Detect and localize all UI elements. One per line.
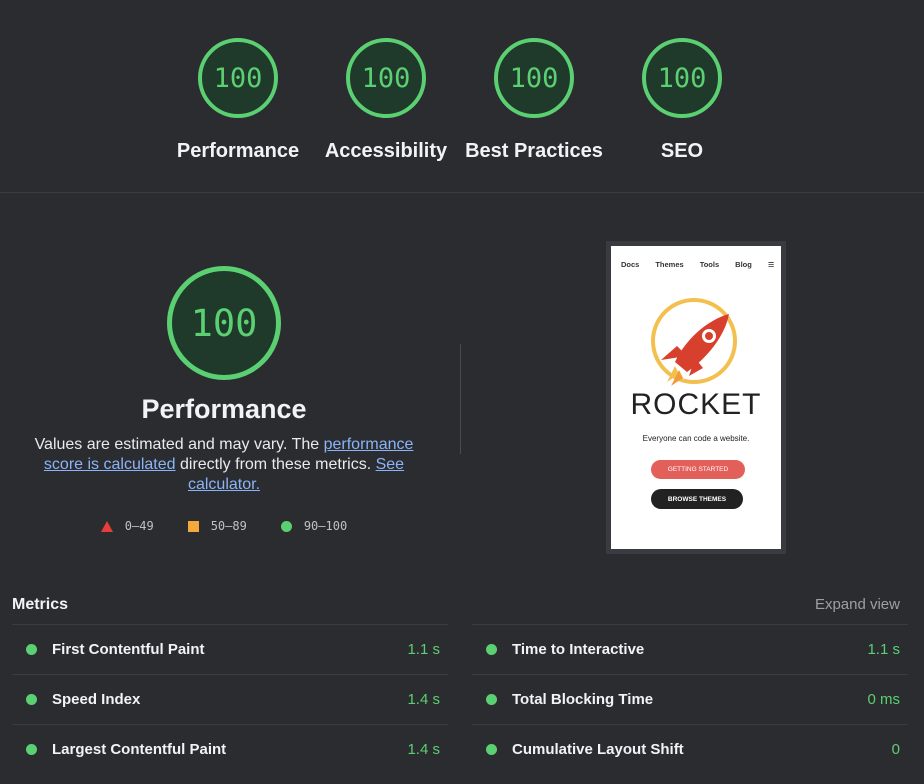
screenshot-tagline: Everyone can code a website. [642, 434, 750, 443]
legend-pass: 90–100 [280, 519, 348, 533]
metric-value: 1.1 s [407, 641, 440, 658]
metric-value: 1.4 s [407, 741, 440, 758]
metric-first-contentful-paint: First Contentful Paint 1.1 s [12, 624, 448, 674]
gauge-accessibility[interactable]: 100 Accessibility [316, 38, 456, 163]
gauge-label: Performance [176, 140, 300, 162]
circle-icon [280, 520, 292, 532]
expand-view-toggle[interactable]: Expand view [815, 596, 900, 614]
score-ring: 100 [198, 38, 278, 118]
metric-total-blocking-time: Total Blocking Time 0 ms [472, 674, 908, 724]
pass-circle-icon [486, 744, 497, 755]
performance-description: Values are estimated and may vary. The p… [29, 435, 419, 495]
legend-average: 50–89 [187, 519, 247, 533]
score-legend: 0–49 50–89 90–100 [22, 519, 426, 533]
pass-circle-icon [26, 744, 37, 755]
metric-largest-contentful-paint: Largest Contentful Paint 1.4 s [12, 724, 448, 774]
triangle-icon [100, 520, 113, 532]
legend-label: 0–49 [124, 519, 154, 533]
metric-name: First Contentful Paint [52, 641, 205, 658]
nav-item: Themes [655, 260, 684, 269]
nav-item: Docs [621, 260, 640, 269]
metrics-column-left: First Contentful Paint 1.1 s Speed Index… [12, 624, 448, 774]
final-screenshot[interactable]: Docs Themes Tools Blog ≡ ROCKET Everyone… [606, 241, 786, 554]
metric-value: 1.1 s [867, 641, 900, 658]
getting-started-button: GETTING STARTED [651, 460, 745, 479]
pass-circle-icon [26, 694, 37, 705]
score-ring: 100 [642, 38, 722, 118]
vertical-divider [460, 344, 461, 454]
metric-name: Speed Index [52, 691, 141, 708]
metric-value: 0 ms [867, 691, 900, 708]
metric-time-to-interactive: Time to Interactive 1.1 s [472, 624, 908, 674]
metric-cumulative-layout-shift: Cumulative Layout Shift 0 [472, 724, 908, 774]
score-ring: 100 [346, 38, 426, 118]
gauge-label: SEO [660, 140, 704, 162]
metric-name: Cumulative Layout Shift [512, 741, 684, 758]
pass-circle-icon [486, 644, 497, 655]
legend-fail: 0–49 [100, 519, 154, 533]
metric-name: Total Blocking Time [512, 691, 654, 708]
nav-item: Blog [735, 260, 752, 269]
metric-value: 0 [891, 741, 900, 758]
screenshot-brand: ROCKET [630, 388, 762, 421]
square-icon [187, 520, 199, 532]
description-text: Values are estimated and may vary. The [34, 436, 324, 453]
performance-summary: 100 Performance Values are estimated and… [22, 266, 426, 533]
gauge-best-practices[interactable]: 100 Best Practices [464, 38, 604, 163]
metrics-header: Metrics Expand view [12, 596, 900, 614]
metrics-column-right: Time to Interactive 1.1 s Total Blocking… [472, 624, 908, 774]
metrics-title: Metrics [12, 596, 69, 613]
gauge-performance[interactable]: 100 Performance [168, 38, 308, 163]
pass-circle-icon [486, 694, 497, 705]
metric-speed-index: Speed Index 1.4 s [12, 674, 448, 724]
metric-name: Largest Contentful Paint [52, 741, 227, 758]
metric-value: 1.4 s [407, 691, 440, 708]
screenshot-page: Docs Themes Tools Blog ≡ ROCKET Everyone… [611, 246, 781, 549]
description-text: directly from these metrics. [175, 456, 376, 473]
pass-circle-icon [26, 644, 37, 655]
gauge-label: Best Practices [465, 140, 603, 162]
hamburger-icon: ≡ [767, 258, 775, 271]
gauge-label: Accessibility [324, 140, 448, 162]
category-gauges: 100 Performance 100 Accessibility 100 Be… [0, 0, 924, 192]
screenshot-nav: Docs Themes Tools Blog ≡ [621, 258, 775, 271]
metric-name: Time to Interactive [512, 641, 645, 658]
rocket-icon [661, 314, 729, 386]
performance-title: Performance [141, 394, 307, 424]
legend-label: 50–89 [210, 519, 247, 533]
score-ring: 100 [494, 38, 574, 118]
browse-themes-button: BROWSE THEMES [651, 489, 743, 509]
gauge-seo[interactable]: 100 SEO [612, 38, 752, 163]
performance-score-ring: 100 [167, 266, 281, 380]
section-divider [0, 192, 924, 193]
nav-item: Tools [699, 260, 720, 269]
legend-label: 90–100 [303, 519, 348, 533]
